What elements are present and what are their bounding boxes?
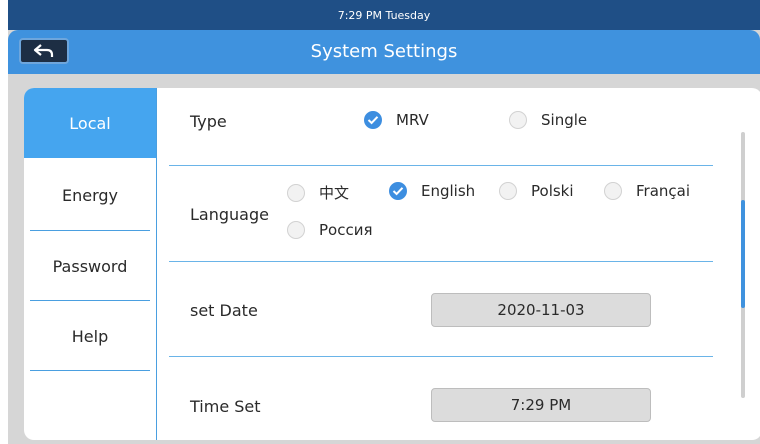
sidebar-item-energy[interactable]: Energy — [24, 160, 156, 230]
language-option-polski[interactable]: Polski — [499, 182, 574, 200]
language-option-english[interactable]: English — [389, 182, 475, 200]
type-option-single[interactable]: Single — [509, 111, 587, 129]
check-icon — [392, 187, 404, 196]
type-label: Type — [190, 112, 227, 131]
option-label: 中文 — [319, 184, 350, 202]
type-option-mrv[interactable]: MRV — [364, 111, 429, 129]
language-option-francai[interactable]: Françai — [604, 182, 690, 200]
settings-content: Type MRV Single Language 中文 English Pols… — [157, 88, 760, 440]
sidebar-item-local[interactable]: Local — [24, 88, 156, 158]
radio-unchecked[interactable] — [604, 182, 622, 200]
radio-checked[interactable] — [364, 111, 382, 129]
language-label: Language — [190, 205, 269, 224]
sidebar-item-help[interactable]: Help — [24, 301, 156, 371]
row-divider — [169, 356, 713, 357]
option-label: Single — [541, 111, 588, 129]
radio-unchecked[interactable] — [287, 183, 305, 202]
settings-app: 7:29 PM Tuesday System Settings Local En… — [8, 0, 760, 444]
option-label: Россия — [319, 221, 373, 239]
language-option-chinese[interactable]: 中文 — [287, 182, 349, 203]
row-divider — [169, 165, 713, 166]
option-label: English — [421, 182, 476, 200]
sidebar-divider — [30, 370, 150, 371]
language-option-russian[interactable]: Россия — [287, 221, 373, 239]
date-field[interactable]: 2020-11-03 — [431, 293, 651, 327]
sidebar: Local Energy Password Help — [24, 88, 157, 440]
option-label: MRV — [396, 111, 429, 129]
status-bar: 7:29 PM Tuesday — [8, 0, 760, 30]
radio-unchecked[interactable] — [287, 221, 305, 239]
option-label: Polski — [531, 182, 574, 200]
sidebar-item-password[interactable]: Password — [24, 231, 156, 301]
option-label: Françai — [636, 182, 691, 200]
status-time: 7:29 PM Tuesday — [337, 9, 431, 22]
row-divider — [169, 261, 713, 262]
radio-unchecked[interactable] — [509, 111, 527, 129]
radio-checked[interactable] — [389, 182, 407, 200]
settings-panel: Local Energy Password Help Type MRV Sing… — [24, 88, 760, 440]
time-field[interactable]: 7:29 PM — [431, 388, 651, 422]
time-label: Time Set — [190, 397, 261, 416]
page-title: System Settings — [310, 41, 458, 62]
radio-unchecked[interactable] — [499, 182, 517, 200]
check-icon — [367, 116, 379, 125]
header-bar: System Settings — [8, 30, 760, 74]
date-label: set Date — [190, 301, 258, 320]
scrollbar-thumb[interactable] — [741, 200, 745, 308]
